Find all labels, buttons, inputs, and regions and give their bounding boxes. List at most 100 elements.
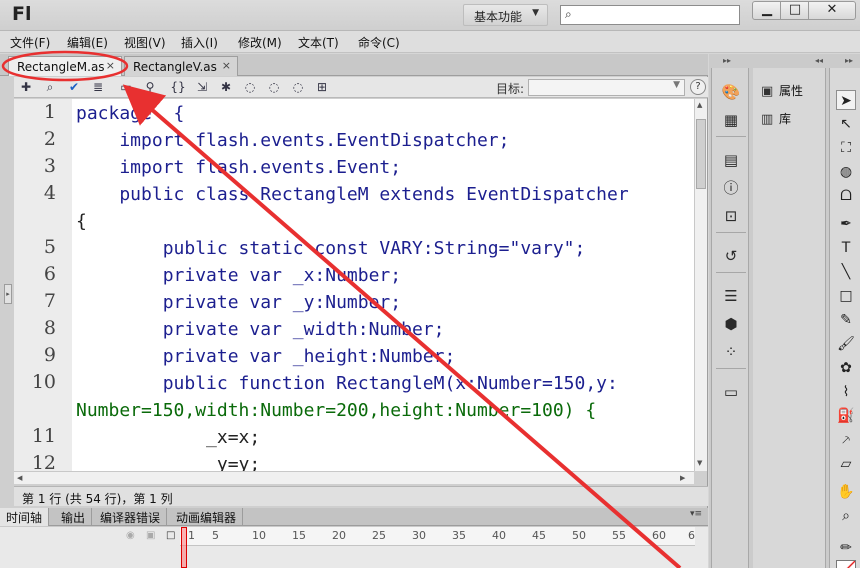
scroll-right-icon[interactable]: ▶	[680, 474, 685, 482]
motion-presets-icon[interactable]: ⁘	[721, 342, 741, 362]
minimize-button[interactable]: ▁	[752, 1, 782, 20]
subselection-tool-icon[interactable]: ↖	[836, 114, 856, 134]
close-tab-icon[interactable]: ×	[106, 59, 115, 72]
find-icon[interactable]: ⌕	[42, 79, 58, 95]
playhead[interactable]	[181, 527, 187, 568]
tab-rectanglem[interactable]: RectangleM.as ×	[8, 56, 122, 76]
menu-edit[interactable]: 编辑(E)	[67, 34, 108, 51]
brush-tool-icon[interactable]: 🖌	[836, 334, 856, 354]
outline-icon[interactable]: □	[166, 530, 175, 541]
lock-icon[interactable]: ▣	[146, 530, 155, 541]
line-number: 12	[31, 452, 56, 471]
workspace-switcher[interactable]: 基本功能 ▼	[463, 4, 548, 26]
check-syntax-icon[interactable]: ✔	[66, 79, 82, 95]
collapse-selection-icon[interactable]: ⇲	[194, 79, 210, 95]
tick-label: 60	[652, 529, 666, 542]
collapse-panel-icon[interactable]: ▸▸	[723, 56, 731, 67]
line-tool-icon[interactable]: ╲	[836, 262, 856, 282]
menu-text[interactable]: 文本(T)	[298, 34, 339, 51]
collapse-left-handle[interactable]: ▸	[4, 284, 12, 304]
code-snippets-icon[interactable]: ☰	[721, 286, 741, 306]
library-tab[interactable]: ▥ 库	[761, 110, 791, 127]
info-icon[interactable]: ⓘ	[721, 178, 741, 198]
collapse-panel-icon[interactable]: ◂◂	[815, 56, 823, 67]
bottom-tabs: 时间轴 输出 编译器错误 动画编辑器 ▾≡	[0, 508, 708, 526]
tab-compiler-errors[interactable]: 编译器错误	[94, 508, 168, 526]
tab-rectanglev[interactable]: RectangleV.as ×	[124, 56, 238, 76]
text-tool-icon[interactable]: T	[836, 238, 856, 258]
menu-insert[interactable]: 插入(I)	[181, 34, 218, 51]
show-hide-toolbox-icon[interactable]: ⊞	[314, 79, 330, 95]
tick-label: 30	[412, 529, 426, 542]
library-label: 库	[779, 112, 792, 126]
menu-modify[interactable]: 修改(M)	[238, 34, 282, 51]
code-hint-icon[interactable]: ▭	[118, 79, 134, 95]
code-line: import flash.events.EventDispatcher;	[76, 130, 510, 151]
timeline[interactable]: ◉ ▣ □ 1 5 10 15 20 25 30 35 40 45 50 55 …	[0, 527, 708, 568]
color-icon[interactable]: 🎨	[721, 82, 741, 102]
code-editor[interactable]: 1 2 3 4 5 6 7 8 9 10 11 12 package { imp…	[14, 99, 694, 471]
tab-output[interactable]: 输出	[55, 508, 93, 526]
close-window-button[interactable]: ✕	[808, 1, 856, 20]
collapse-panel-icon[interactable]: ▸▸	[845, 56, 853, 67]
project-icon[interactable]: ▭	[721, 382, 741, 402]
zoom-tool-icon[interactable]: ⌕	[836, 506, 856, 526]
panel-menu-icon[interactable]: ▾≡	[690, 509, 702, 519]
lasso-tool-icon[interactable]: ᗝ	[836, 186, 856, 206]
menu-view[interactable]: 视图(V)	[124, 34, 166, 51]
3d-rotation-tool-icon[interactable]: ◍	[836, 162, 856, 182]
scroll-up-icon[interactable]: ▲	[697, 101, 702, 109]
horizontal-scrollbar[interactable]: ◀ ▶	[14, 471, 694, 484]
eyedropper-tool-icon[interactable]: ⸕	[836, 430, 856, 450]
apply-block-comment-icon[interactable]: ◌	[242, 79, 258, 95]
tools-panel: ➤ ↖ ⛶ ◍ ᗝ ✒ T ╲ □ ✎ 🖌 ✿ ⌇ ⛽ ⸕ ▱ ✋ ⌕ ✏	[829, 68, 860, 568]
help-button[interactable]: ?	[690, 79, 706, 95]
apply-line-comment-icon[interactable]: ◌	[266, 79, 282, 95]
vertical-scrollbar[interactable]: ▲ ▼	[694, 99, 707, 471]
properties-tab[interactable]: ▣ 属性	[761, 82, 803, 99]
components-icon[interactable]: ⬢	[721, 314, 741, 334]
code-line: {	[76, 211, 87, 232]
stroke-color-icon[interactable]: ✏	[836, 538, 856, 558]
eraser-tool-icon[interactable]: ▱	[836, 454, 856, 474]
rectangle-tool-icon[interactable]: □	[836, 286, 856, 306]
auto-format-icon[interactable]: ≣	[90, 79, 106, 95]
pen-tool-icon[interactable]: ✒	[836, 214, 856, 234]
deco-tool-icon[interactable]: ✿	[836, 358, 856, 378]
actionscript-toolbar: ✚ ⌕ ✔ ≣ ▭ ⚲ {} ⇲ ✱ ◌ ◌ ◌ ⊞ 目标: ▼ ?	[14, 77, 708, 98]
app-logo: Fl	[12, 3, 32, 25]
maximize-button[interactable]: □	[780, 1, 810, 20]
pencil-tool-icon[interactable]: ✎	[836, 310, 856, 330]
tab-motion-editor[interactable]: 动画编辑器	[170, 508, 244, 526]
scroll-down-icon[interactable]: ▼	[697, 459, 702, 467]
debug-options-icon[interactable]: ⚲	[142, 79, 158, 95]
transform-icon[interactable]: ⊡	[721, 206, 741, 226]
target-select[interactable]: ▼	[528, 79, 685, 96]
collapse-between-braces-icon[interactable]: {}	[170, 79, 186, 95]
menu-commands[interactable]: 命令(C)	[358, 34, 400, 51]
scroll-thumb[interactable]	[696, 119, 706, 189]
tab-label: RectangleV.as	[133, 60, 217, 74]
line-number: 4	[43, 182, 56, 204]
bone-tool-icon[interactable]: ⌇	[836, 382, 856, 402]
remove-comment-icon[interactable]: ◌	[290, 79, 306, 95]
frame-ruler[interactable]: 1 5 10 15 20 25 30 35 40 45 50 55 60 6	[180, 527, 695, 546]
selection-tool-icon[interactable]: ➤	[836, 90, 856, 110]
fill-color-icon[interactable]	[836, 560, 856, 568]
scroll-left-icon[interactable]: ◀	[17, 474, 22, 482]
paint-bucket-tool-icon[interactable]: ⛽	[836, 406, 856, 426]
hand-tool-icon[interactable]: ✋	[836, 482, 856, 502]
add-statement-icon[interactable]: ✚	[18, 79, 34, 95]
tab-timeline[interactable]: 时间轴	[0, 508, 50, 526]
swatches-icon[interactable]: ▦	[721, 110, 741, 130]
free-transform-tool-icon[interactable]: ⛶	[836, 138, 856, 158]
search-input[interactable]: ⌕	[560, 5, 740, 25]
expand-all-icon[interactable]: ✱	[218, 79, 234, 95]
line-number: 8	[43, 317, 56, 339]
close-tab-icon[interactable]: ×	[222, 59, 231, 72]
align-icon[interactable]: ▤	[721, 150, 741, 170]
history-icon[interactable]: ↺	[721, 246, 741, 266]
tick-label: 50	[572, 529, 586, 542]
menu-file[interactable]: 文件(F)	[10, 34, 50, 51]
eye-icon[interactable]: ◉	[126, 530, 135, 541]
